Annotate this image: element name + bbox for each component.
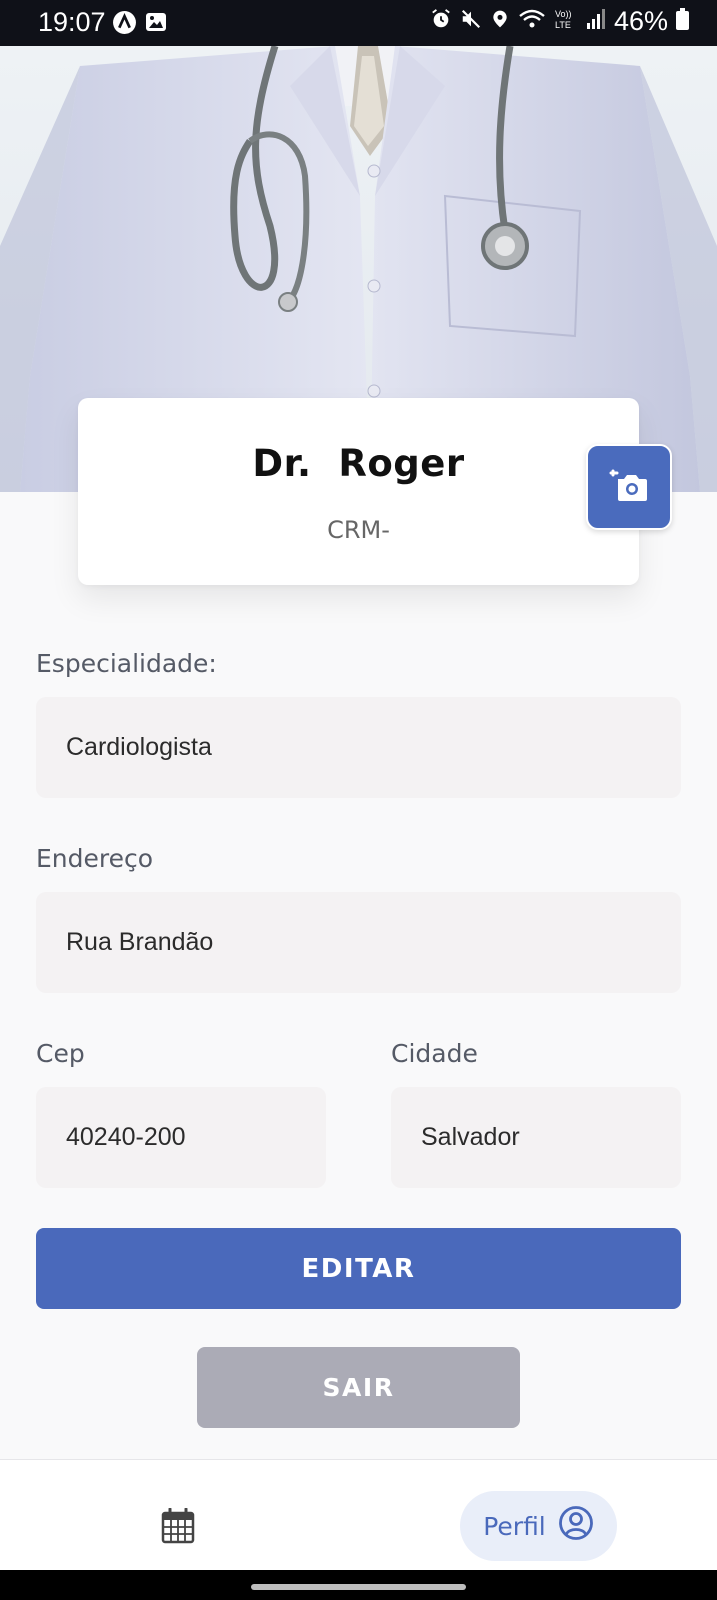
edit-button[interactable]: EDITAR [36,1228,681,1309]
add-photo-camera-icon [609,467,649,507]
battery-level: 46% [613,6,668,36]
cep-label: Cep [36,1039,85,1068]
nav-perfil[interactable]: Perfil [460,1491,617,1561]
nav-perfil-label: Perfil [483,1511,546,1541]
address-value: Rua Brandão [66,928,214,956]
specialty-field[interactable]: Cardiologista [36,697,681,798]
city-value: Salvador [421,1123,520,1151]
status-bar: 19:07 Vo)) LTE 46% [0,0,717,46]
city-label: Cidade [391,1039,478,1068]
calendar-icon [161,1507,195,1548]
status-icons: Vo)) LTE 46% [430,6,689,37]
address-label: Endereço [36,844,154,873]
mute-icon [460,8,482,35]
specialty-value: Cardiologista [66,733,212,761]
a-badge-icon [112,10,137,40]
location-icon [490,8,510,35]
doctor-name: Dr. Roger [252,442,465,485]
cep-value: 40240-200 [66,1123,186,1151]
status-time: 19:07 [38,7,106,37]
wifi-icon [518,8,546,35]
battery-icon [676,8,689,35]
volte-icon: Vo)) LTE [554,8,578,35]
signal-icon [586,8,606,35]
cep-field[interactable]: 40240-200 [36,1087,326,1188]
alarm-icon [430,8,452,35]
nav-agenda[interactable] [161,1507,195,1548]
address-field[interactable]: Rua Brandão [36,892,681,993]
city-field[interactable]: Salvador [391,1087,681,1188]
profile-card: Dr. Roger CRM- [78,398,639,585]
user-circle-icon [558,1505,594,1547]
add-photo-button[interactable] [586,444,672,530]
home-gesture-handle[interactable] [251,1584,466,1590]
logout-button[interactable]: SAIR [197,1347,520,1428]
bottom-nav: Perfil [0,1459,717,1571]
doctor-crm: CRM- [327,516,390,544]
svg-text:LTE: LTE [555,20,571,30]
specialty-label: Especialidade: [36,649,217,678]
system-nav-bar [0,1570,717,1600]
svg-text:Vo)): Vo)) [555,9,572,19]
image-icon [144,10,168,39]
